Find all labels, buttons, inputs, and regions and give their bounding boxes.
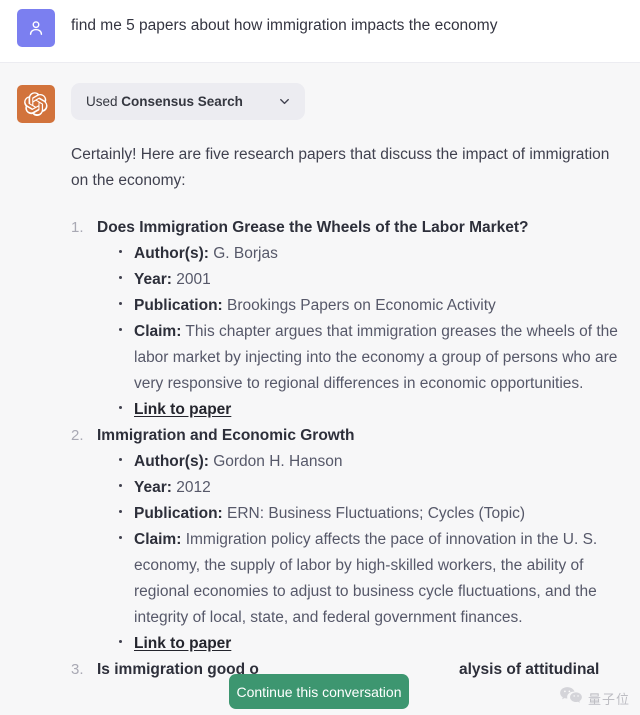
field-label-claim: Claim:: [134, 531, 182, 548]
paper-field-authors: Author(s): G. Borjas: [115, 241, 626, 267]
field-value-claim: Immigration policy affects the pace of i…: [134, 531, 598, 626]
tool-pill-lead-label: Used: [86, 94, 118, 109]
assistant-message-content: Used Consensus Search Certainly! Here ar…: [71, 83, 640, 683]
paper-fields-list: Author(s): Gordon H. Hanson Year: 2012 P…: [97, 449, 626, 657]
field-label-authors: Author(s):: [134, 245, 209, 262]
paper-field-year: Year: 2012: [115, 475, 626, 501]
field-label-claim: Claim:: [134, 323, 182, 340]
chat-transcript-page: find me 5 papers about how immigration i…: [0, 0, 640, 715]
paper-field-link: Link to paper: [115, 631, 626, 657]
assistant-message-row: Used Consensus Search Certainly! Here ar…: [0, 62, 640, 715]
field-value-claim: This chapter argues that immigration gre…: [134, 323, 618, 392]
paper-field-link: Link to paper: [115, 397, 626, 423]
field-label-authors: Author(s):: [134, 453, 209, 470]
field-value-year: 2012: [176, 479, 211, 496]
paper-field-claim: Claim: Immigration policy affects the pa…: [115, 527, 626, 631]
assistant-avatar: [16, 85, 55, 123]
user-avatar-column: [0, 7, 71, 47]
paper-fields-list: Author(s): G. Borjas Year: 2001 Publicat…: [97, 241, 626, 423]
field-value-publication: ERN: Business Fluctuations; Cycles (Topi…: [227, 505, 526, 522]
chevron-down-icon[interactable]: [277, 94, 292, 109]
watermark-text: 量子位: [587, 692, 630, 708]
wechat-icon: [559, 686, 583, 710]
person-icon: [26, 18, 46, 38]
assistant-intro-paragraph: Certainly! Here are five research papers…: [71, 142, 626, 193]
continue-this-conversation-button[interactable]: Continue this conversation: [229, 674, 409, 709]
paper-field-year: Year: 2001: [115, 267, 626, 293]
user-message-row: find me 5 papers about how immigration i…: [0, 0, 640, 62]
paper-field-claim: Claim: This chapter argues that immigrat…: [115, 319, 626, 397]
paper-item-1: Does Immigration Grease the Wheels of th…: [71, 215, 626, 423]
paper-title-visible-end: alysis of attitudinal: [458, 661, 600, 678]
field-label-publication: Publication:: [134, 297, 223, 314]
field-label-publication: Publication:: [134, 505, 223, 522]
paper-field-publication: Publication: Brookings Papers on Economi…: [115, 293, 626, 319]
paper-title: Immigration and Economic Growth: [97, 427, 355, 444]
paper-field-publication: Publication: ERN: Business Fluctuations;…: [115, 501, 626, 527]
openai-logo-icon: [23, 92, 48, 116]
watermark: 量子位: [559, 686, 630, 710]
papers-list: Does Immigration Grease the Wheels of th…: [71, 215, 626, 683]
field-value-authors: G. Borjas: [213, 245, 278, 262]
paper-field-authors: Author(s): Gordon H. Hanson: [115, 449, 626, 475]
field-value-authors: Gordon H. Hanson: [213, 453, 343, 470]
field-label-year: Year:: [134, 271, 172, 288]
user-message-content: find me 5 papers about how immigration i…: [71, 7, 640, 37]
paper-link[interactable]: Link to paper: [134, 635, 231, 652]
field-label-year: Year:: [134, 479, 172, 496]
paper-item-2: Immigration and Economic Growth Author(s…: [71, 423, 626, 657]
intro-text: Certainly! Here are five research papers…: [71, 146, 610, 189]
paper-title: Does Immigration Grease the Wheels of th…: [97, 219, 529, 236]
assistant-avatar-column: [0, 83, 71, 123]
field-value-year: 2001: [176, 271, 211, 288]
tool-pill-label: Used Consensus Search: [86, 94, 243, 109]
field-value-publication: Brookings Papers on Economic Activity: [227, 297, 496, 314]
tool-usage-pill-consensus-search[interactable]: Used Consensus Search: [71, 83, 305, 120]
user-avatar: [16, 9, 55, 47]
user-message-text: find me 5 papers about how immigration i…: [71, 17, 498, 34]
paper-link[interactable]: Link to paper: [134, 401, 231, 418]
tool-pill-tool-name: Consensus Search: [121, 94, 243, 109]
